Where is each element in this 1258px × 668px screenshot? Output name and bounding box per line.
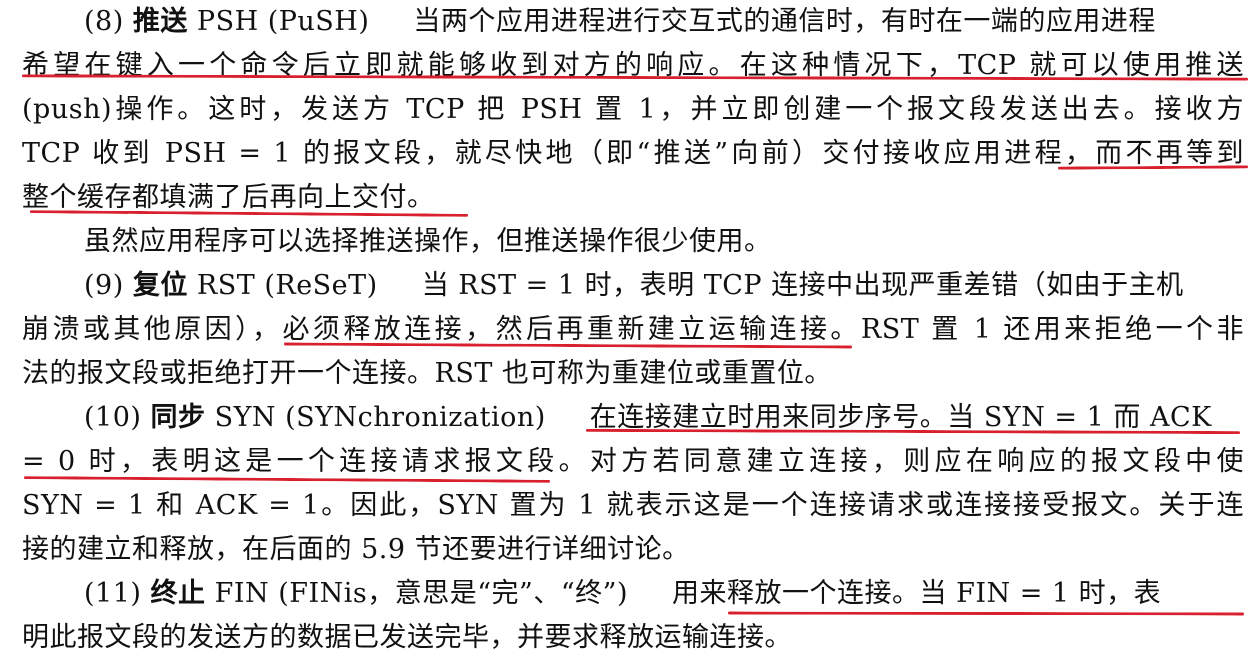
term-abbrev: FIN (FINis，意思是“完”、“终”)	[205, 578, 629, 609]
item-number: (8)	[84, 6, 133, 37]
term-bold: 终止	[150, 578, 206, 609]
term-abbrev: SYN (SYNchronization)	[205, 402, 546, 433]
item-number: (11)	[84, 578, 151, 609]
text-line: (9) 复位 RST (ReSeT) 当 RST = 1 时，表明 TCP 连接中…	[84, 264, 1244, 308]
definition-text: 用来释放一个连接。当 FIN = 1 时，表	[672, 578, 1162, 609]
term-bold: 推送	[132, 6, 188, 37]
text-line: 明此报文段的发送方的数据已发送完毕，并要求释放运输连接。	[22, 622, 792, 653]
text-line: (push)操作。这时，发送方 TCP 把 PSH 置 1，并立即创建一个报文段…	[22, 94, 1244, 125]
text-line: 希望在键入一个命令后立即就能够收到对方的响应。在这种情况下，TCP 就可以使用推…	[22, 50, 1244, 81]
text-line: 接的建立和释放，在后面的 5.9 节还要进行详细讨论。	[22, 534, 690, 565]
text-line: 法的报文段或拒绝打开一个连接。RST 也可称为重建位或重置位。	[22, 358, 832, 389]
definition-text: 当两个应用进程进行交互式的通信时，有时在一端的应用进程	[413, 6, 1156, 37]
term-abbrev: PSH (PuSH)	[187, 6, 370, 37]
text-line: (8) 推送 PSH (PuSH) 当两个应用进程进行交互式的通信时，有时在一端的…	[84, 0, 1244, 44]
term-bold: 同步	[150, 402, 206, 433]
item-number: (9)	[84, 270, 133, 301]
document-page: (8) 推送 PSH (PuSH) 当两个应用进程进行交互式的通信时，有时在一端的…	[0, 0, 1258, 668]
text-line: SYN = 1 和 ACK = 1。因此，SYN 置为 1 就表示这是一个连接请…	[22, 490, 1244, 521]
text-line: (11) 终止 FIN (FINis，意思是“完”、“终”) 用来释放一个连接。当…	[84, 572, 1244, 616]
text-line: 虽然应用程序可以选择推送操作，但推送操作很少使用。	[84, 226, 772, 257]
definition-text: 当 RST = 1 时，表明 TCP 连接中出现严重差错（如由于主机	[421, 270, 1184, 301]
item-number: (10)	[84, 402, 151, 433]
term-bold: 复位	[132, 270, 188, 301]
term-abbrev: RST (ReSeT)	[187, 270, 378, 301]
